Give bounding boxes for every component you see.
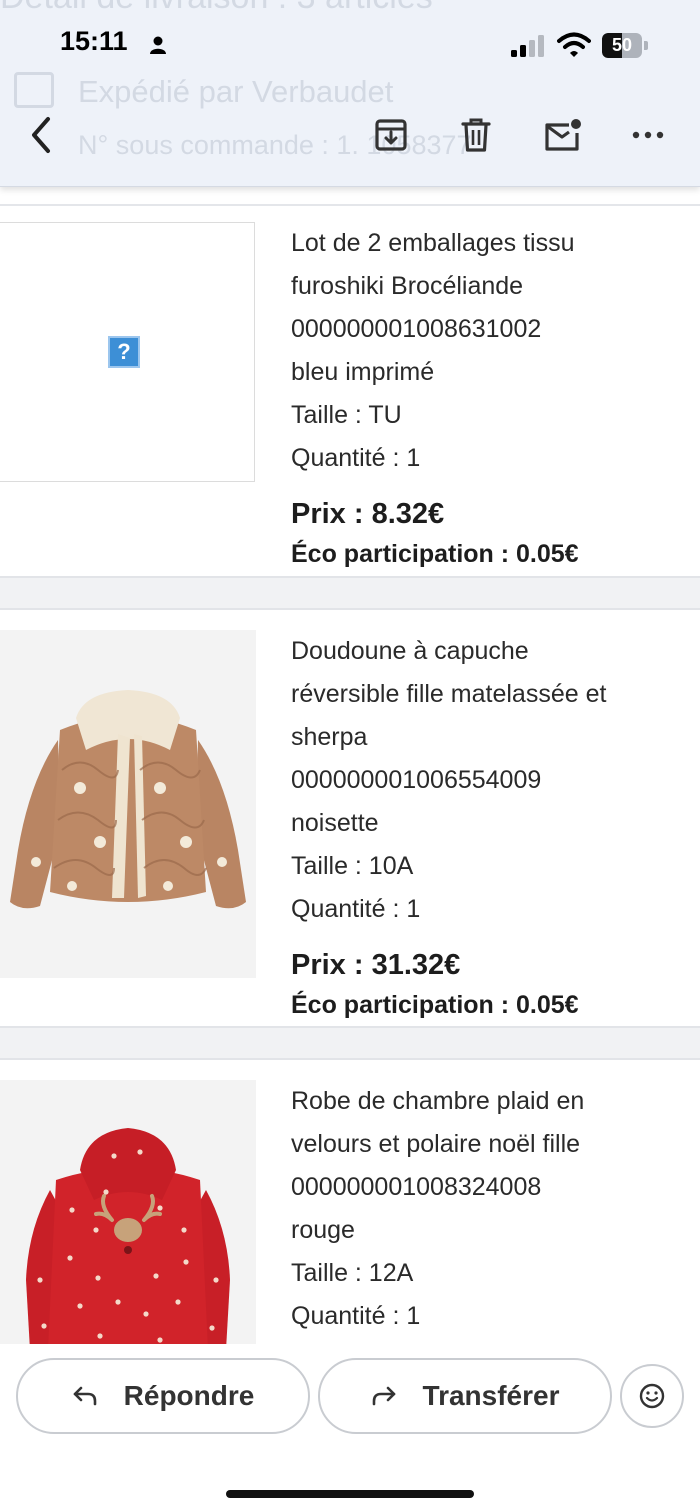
product-name-line: Robe de chambre plaid en [291,1087,585,1115]
trash-icon [461,118,491,152]
cellular-signal-icon [511,35,544,57]
store-icon [14,72,54,108]
product-item: Doudoune à capuche réversible fille mate… [0,630,700,1030]
reply-label: Répondre [123,1380,255,1411]
smiley-icon [639,1383,665,1409]
action-bar: Répondre Transférer [0,1344,700,1512]
divider [0,204,700,206]
eco-participation: Éco participation : 0.05€ [291,991,579,1019]
product-color: rouge [291,1216,355,1244]
eco-participation: Éco participation : 0.05€ [291,540,579,568]
forward-button[interactable]: Transférer [318,1358,612,1434]
item-separator [0,1026,700,1060]
forward-label: Transférer [422,1380,560,1411]
product-quantity: Quantité : 1 [291,895,421,923]
product-item: Robe de chambre plaid en velours et pola… [0,1080,700,1344]
robe-photo [26,1128,230,1344]
product-size: Taille : TU [291,401,402,429]
product-size: Taille : 10A [291,852,414,880]
product-name-line: velours et polaire noël fille [291,1130,581,1158]
wifi-icon [557,32,591,57]
back-icon [32,117,50,153]
battery-level: 50 [611,35,633,55]
background-title: Détail de livraison : 3 articles [0,0,433,17]
more-options-button[interactable] [625,112,671,158]
archive-button[interactable] [368,112,414,158]
more-icon [632,131,664,139]
home-indicator [226,1490,474,1498]
product-reference: 000000001006554009 [291,766,542,794]
reply-icon [73,1386,96,1406]
app-header: Détail de livraison : 3 articles Expédié… [0,0,700,187]
item-separator [0,576,700,610]
reply-button[interactable]: Répondre [16,1358,310,1434]
person-icon [150,36,166,54]
forward-icon [372,1386,395,1406]
product-price: Prix : 8.32€ [291,498,445,530]
jacket-photo [10,690,246,909]
battery-icon: 50 [602,33,648,58]
product-color: bleu imprimé [291,358,435,386]
product-name-line: réversible fille matelassée et [291,680,607,708]
product-quantity: Quantité : 1 [291,444,421,472]
product-name-line: Doudoune à capuche [291,637,529,665]
product-price: Prix : 31.32€ [291,949,461,981]
product-item: ? Lot de 2 emballages tissu furoshiki Br… [0,222,700,582]
back-button[interactable] [18,112,64,158]
product-image: ? [0,222,256,484]
mark-unread-icon [545,119,581,151]
product-quantity: Quantité : 1 [291,1302,421,1330]
product-info: Robe de chambre plaid en velours et pola… [291,1080,691,1338]
product-image [0,1080,256,1344]
product-name-line: furoshiki Brocéliande [291,272,524,300]
status-time: 15:11 [60,26,128,56]
delete-button[interactable] [453,112,499,158]
archive-icon [375,119,407,151]
emoji-reaction-button[interactable] [620,1364,684,1428]
email-body[interactable]: ? Lot de 2 emballages tissu furoshiki Br… [0,186,700,1344]
product-size: Taille : 12A [291,1259,414,1287]
product-name-line: Lot de 2 emballages tissu [291,229,575,257]
product-info: Doudoune à capuche réversible fille mate… [291,630,691,1025]
mark-unread-button[interactable] [540,112,586,158]
product-info: Lot de 2 emballages tissu furoshiki Broc… [291,222,691,574]
product-reference: 000000001008631002 [291,315,542,343]
product-image [0,630,256,978]
broken-image-icon: ? [108,336,140,368]
product-reference: 000000001008324008 [291,1173,542,1201]
product-name-line: sherpa [291,723,368,751]
product-color: noisette [291,809,379,837]
background-shipper: Expédié par Verbaudet [78,74,394,109]
